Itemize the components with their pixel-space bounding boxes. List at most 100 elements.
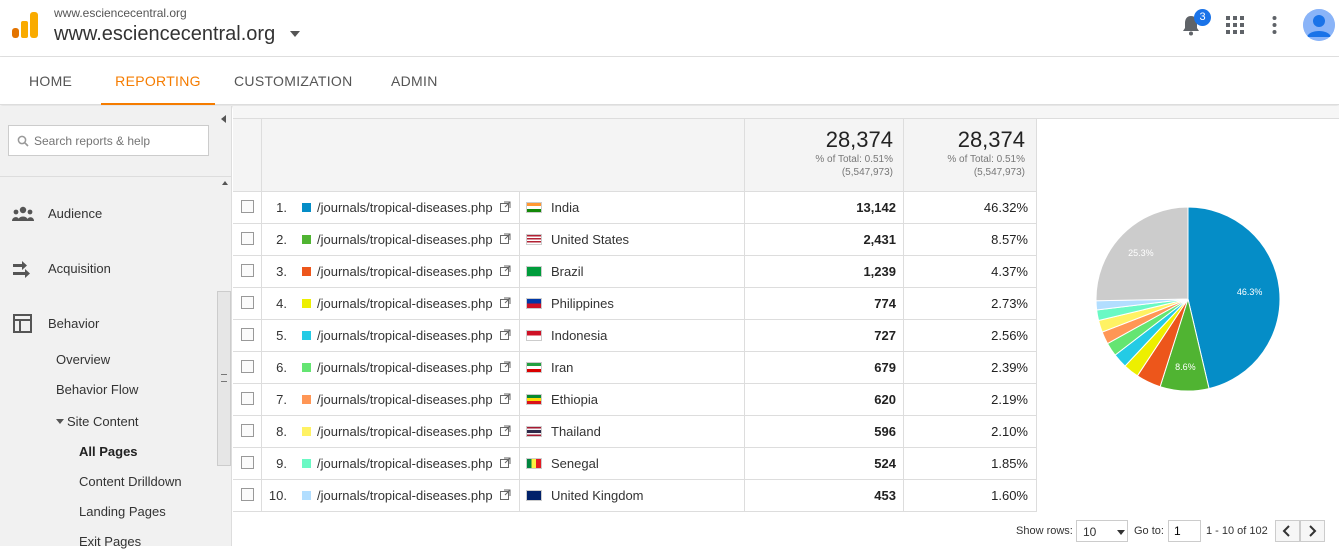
tab-reporting[interactable]: REPORTING	[101, 57, 215, 105]
sidebar-item-behavior[interactable]: Behavior	[0, 304, 215, 344]
search-icon	[17, 135, 29, 147]
show-rows-value: 10	[1083, 525, 1097, 539]
sidebar-item-landing-pages[interactable]: Landing Pages	[79, 504, 166, 519]
page-range: 1 - 10 of 102	[1206, 525, 1268, 537]
series-color-swatch	[302, 459, 311, 468]
sessions-value: 13,142	[856, 200, 896, 215]
tab-customization[interactable]: CUSTOMIZATION	[234, 57, 353, 105]
country-flag-icon	[526, 202, 542, 213]
show-rows-select[interactable]: 10	[1076, 520, 1128, 542]
row-checkbox[interactable]	[241, 232, 254, 245]
sidebar-item-acquisition[interactable]: Acquisition	[0, 249, 215, 289]
sidebar-item-behavior-flow[interactable]: Behavior Flow	[56, 382, 138, 397]
row-checkbox[interactable]	[241, 488, 254, 501]
open-external-icon[interactable]	[500, 265, 511, 276]
next-page-button[interactable]	[1300, 520, 1325, 542]
row-checkbox[interactable]	[241, 424, 254, 437]
open-external-icon[interactable]	[500, 201, 511, 212]
more-options-icon[interactable]	[1272, 15, 1277, 35]
country-name[interactable]: Brazil	[551, 264, 584, 279]
chevron-right-icon	[1309, 525, 1317, 537]
series-color-swatch	[302, 267, 311, 276]
sidebar-item-site-content[interactable]: Site Content	[56, 414, 139, 429]
audience-icon	[12, 206, 34, 221]
country-name[interactable]: United States	[551, 232, 629, 247]
open-external-icon[interactable]	[500, 297, 511, 308]
page-link[interactable]: /journals/tropical-diseases.php	[317, 360, 493, 375]
contribution-pct: 2.56%	[991, 328, 1028, 343]
collapse-sidebar-icon[interactable]	[221, 115, 226, 123]
row-number: 5.	[276, 328, 287, 343]
sidebar-item-all-pages[interactable]: All Pages	[79, 444, 138, 459]
goto-input[interactable]	[1168, 520, 1201, 542]
row-number: 10.	[268, 488, 287, 503]
page-link[interactable]: /journals/tropical-diseases.php	[317, 392, 493, 407]
page-link[interactable]: /journals/tropical-diseases.php	[317, 232, 493, 247]
country-name[interactable]: Ethiopia	[551, 392, 598, 407]
page-link[interactable]: /journals/tropical-diseases.php	[317, 296, 493, 311]
country-name[interactable]: Senegal	[551, 456, 599, 471]
row-checkbox[interactable]	[241, 200, 254, 213]
contribution-total: 28,374 % of Total: 0.51% (5,547,973)	[905, 119, 1025, 192]
sidebar-item-exit-pages[interactable]: Exit Pages	[79, 534, 141, 549]
column-divider	[1036, 119, 1037, 511]
row-checkbox[interactable]	[241, 264, 254, 277]
page-link[interactable]: /journals/tropical-diseases.php	[317, 264, 493, 279]
account-dropdown-icon[interactable]	[290, 31, 300, 37]
account-selector[interactable]: www.escience​central.org	[54, 23, 275, 46]
column-divider	[903, 119, 904, 511]
country-name[interactable]: Indonesia	[551, 328, 607, 343]
country-name[interactable]: Philippines	[551, 296, 614, 311]
prev-page-button[interactable]	[1275, 520, 1300, 542]
series-color-swatch	[302, 427, 311, 436]
table-row: 5. /journals/tropical-diseases.php Indones…	[233, 320, 1037, 352]
search-box[interactable]	[8, 125, 209, 156]
sidebar-scrollbar[interactable]	[217, 291, 231, 466]
open-external-icon[interactable]	[500, 393, 511, 404]
series-color-swatch	[302, 395, 311, 404]
sidebar-divider	[0, 176, 232, 177]
open-external-icon[interactable]	[500, 233, 511, 244]
row-checkbox[interactable]	[241, 392, 254, 405]
country-name[interactable]: Iran	[551, 360, 573, 375]
analytics-logo-icon[interactable]	[12, 12, 38, 38]
scroll-up-icon[interactable]	[222, 181, 228, 185]
sidebar-item-overview[interactable]: Overview	[56, 352, 110, 367]
page-link[interactable]: /journals/tropical-diseases.php	[317, 456, 493, 471]
open-external-icon[interactable]	[500, 457, 511, 468]
sessions-value: 2,431	[863, 232, 896, 247]
sidebar-item-audience[interactable]: Audience	[0, 194, 215, 234]
country-name[interactable]: India	[551, 200, 579, 215]
acquisition-icon	[13, 261, 30, 278]
table-row: 4. /journals/tropical-diseases.php Philipp…	[233, 288, 1037, 320]
page-link[interactable]: /journals/tropical-diseases.php	[317, 424, 493, 439]
open-external-icon[interactable]	[500, 329, 511, 340]
search-input[interactable]	[34, 126, 204, 155]
sessions-total-overall: (5,547,973)	[841, 167, 893, 178]
contribution-total-value: 28,374	[957, 127, 1025, 152]
contribution-pct: 1.85%	[991, 456, 1028, 471]
tab-admin[interactable]: ADMIN	[391, 57, 438, 105]
user-avatar[interactable]	[1303, 9, 1335, 41]
sidebar-item-content-drilldown[interactable]: Content Drilldown	[79, 474, 182, 489]
country-name[interactable]: Thailand	[551, 424, 601, 439]
open-external-icon[interactable]	[500, 361, 511, 372]
row-checkbox[interactable]	[241, 360, 254, 373]
apps-grid-icon[interactable]	[1226, 16, 1244, 34]
open-external-icon[interactable]	[500, 489, 511, 500]
page-link[interactable]: /journals/tropical-diseases.php	[317, 200, 493, 215]
page-link[interactable]: /journals/tropical-diseases.php	[317, 488, 493, 503]
row-checkbox[interactable]	[241, 328, 254, 341]
notification-count-badge[interactable]: 3	[1194, 9, 1211, 26]
contribution-pct: 2.73%	[991, 296, 1028, 311]
row-checkbox[interactable]	[241, 456, 254, 469]
page-link[interactable]: /journals/tropical-diseases.php	[317, 328, 493, 343]
country-flag-icon	[526, 458, 542, 469]
goto-label: Go to:	[1134, 525, 1164, 537]
table-row: 3. /journals/tropical-diseases.php Brazil 1…	[233, 256, 1037, 288]
pie-label-second: 8.6%	[1175, 362, 1196, 372]
open-external-icon[interactable]	[500, 425, 511, 436]
row-checkbox[interactable]	[241, 296, 254, 309]
country-name[interactable]: United Kingdom	[551, 488, 644, 503]
tab-home[interactable]: HOME	[29, 57, 72, 105]
